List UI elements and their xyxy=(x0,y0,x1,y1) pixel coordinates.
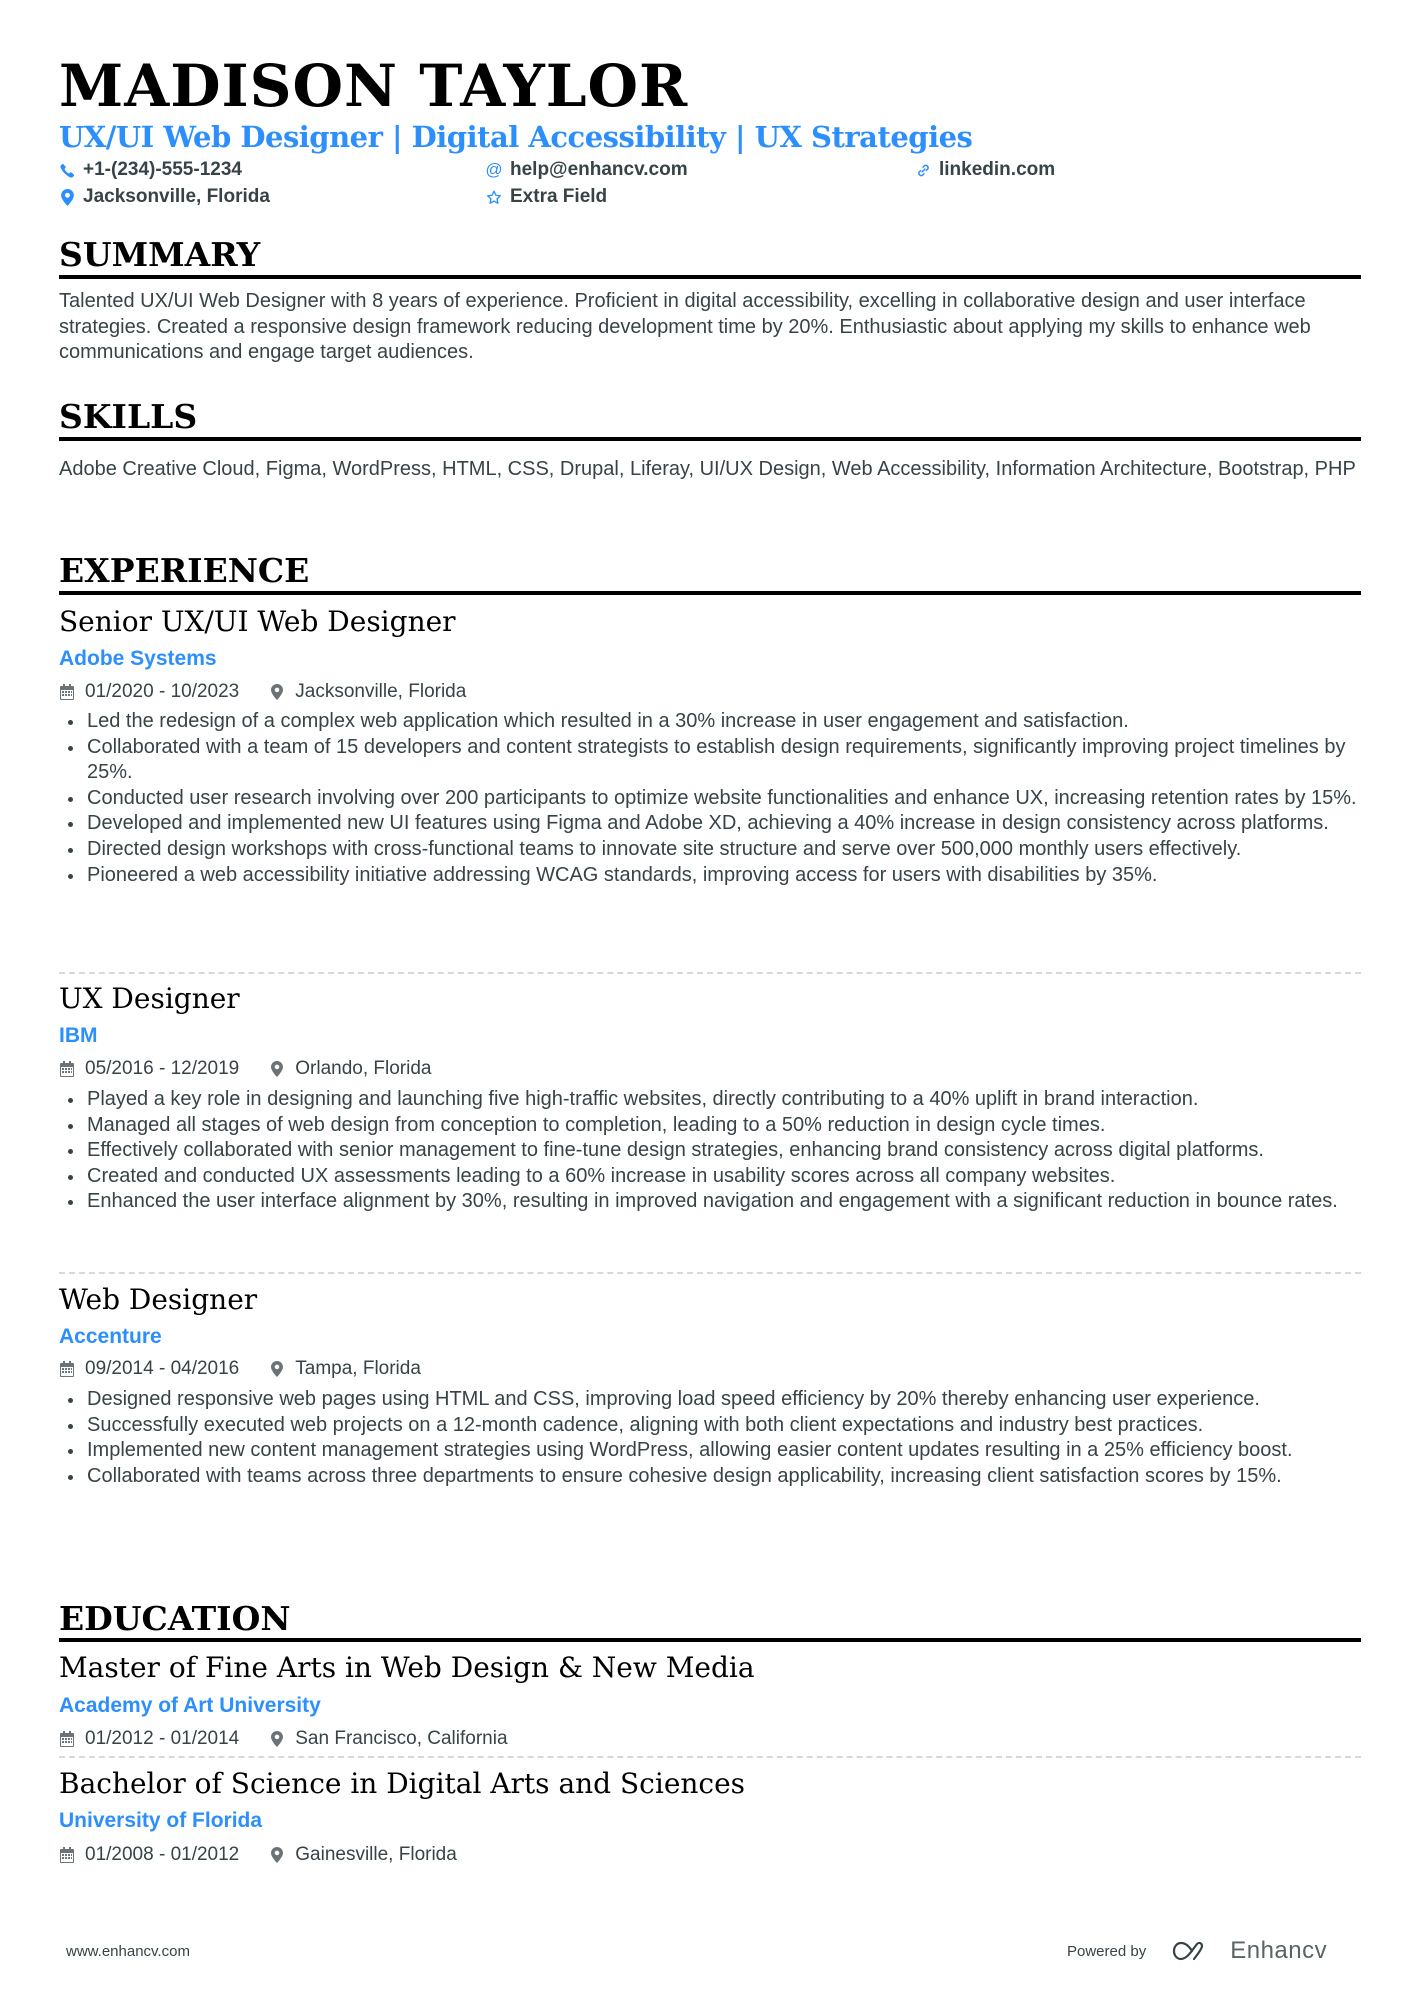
job-bullet: Conducted user research involving over 2… xyxy=(59,786,1361,812)
phone-icon xyxy=(59,161,75,179)
job-company: Adobe Systems xyxy=(59,647,217,670)
education-location: Gainesville, Florida xyxy=(295,1844,457,1865)
calendar-icon xyxy=(59,683,75,701)
calendar-icon xyxy=(59,1846,75,1864)
job-location: Orlando, Florida xyxy=(295,1058,432,1079)
job-bullet: Developed and implemented new UI feature… xyxy=(59,811,1361,837)
job-meta: 09/2014 - 04/2016 Tampa, Florida xyxy=(59,1357,421,1381)
education-school: Academy of Art University xyxy=(59,1694,321,1717)
job-company: Accenture xyxy=(59,1325,162,1348)
contact-location: Jacksonville, Florida xyxy=(59,185,270,209)
education-degree: Bachelor of Science in Digital Arts and … xyxy=(59,1767,746,1800)
job-title: UX Designer xyxy=(59,982,240,1015)
job-bullet: Implemented new content management strat… xyxy=(59,1438,1361,1464)
contact-email[interactable]: @ help@enhancv.com xyxy=(485,158,688,182)
skills-text: Adobe Creative Cloud, Figma, WordPress, … xyxy=(59,458,1356,480)
job-bullets: Designed responsive web pages using HTML… xyxy=(59,1387,1361,1489)
job-bullet: Collaborated with teams across three dep… xyxy=(59,1464,1361,1490)
star-icon xyxy=(486,188,502,206)
job-meta: 05/2016 - 12/2019 Orlando, Florida xyxy=(59,1057,431,1081)
job-bullet: Enhanced the user interface alignment by… xyxy=(59,1189,1361,1215)
job-bullets: Played a key role in designing and launc… xyxy=(59,1087,1361,1215)
location-icon xyxy=(269,1846,285,1864)
location-icon xyxy=(59,188,75,206)
job-bullet: Played a key role in designing and launc… xyxy=(59,1087,1361,1113)
calendar-icon xyxy=(59,1360,75,1378)
experience-heading: EXPERIENCE xyxy=(59,551,310,590)
skills-heading: SKILLS xyxy=(59,397,198,436)
job-bullet: Created and conducted UX assessments lea… xyxy=(59,1164,1361,1190)
contact-extra: Extra Field xyxy=(486,185,607,209)
job-meta: 01/2020 - 10/2023 Jacksonville, Florida xyxy=(59,680,466,704)
contact-location-value: Jacksonville, Florida xyxy=(83,186,270,207)
job-dates: 05/2016 - 12/2019 xyxy=(85,1058,240,1079)
link-icon xyxy=(915,161,931,179)
calendar-icon xyxy=(59,1060,75,1078)
calendar-icon xyxy=(59,1730,75,1748)
education-degree: Master of Fine Arts in Web Design & New … xyxy=(59,1651,755,1684)
job-location: Tampa, Florida xyxy=(295,1358,421,1379)
at-icon: @ xyxy=(485,160,503,179)
education-dates: 01/2008 - 01/2012 xyxy=(85,1844,240,1865)
enhancv-brand-name: Enhancv xyxy=(1230,1937,1328,1964)
enhancv-logo[interactable]: Enhancv xyxy=(1172,1937,1327,1965)
powered-by-label: Powered by xyxy=(1067,1942,1147,1960)
education-school: University of Florida xyxy=(59,1809,263,1832)
job-dates: 09/2014 - 04/2016 xyxy=(85,1358,240,1379)
education-meta: 01/2012 - 01/2014 San Francisco, Califor… xyxy=(59,1727,508,1751)
contact-email-value: help@enhancv.com xyxy=(510,159,688,180)
contact-phone[interactable]: +1-(234)-555-1234 xyxy=(59,158,242,182)
skills-divider xyxy=(59,437,1361,441)
job-title: Web Designer xyxy=(59,1283,258,1316)
candidate-name: MADISON TAYLOR xyxy=(59,52,689,120)
experience-divider xyxy=(59,591,1361,595)
job-bullet: Managed all stages of web design from co… xyxy=(59,1113,1361,1139)
education-dates: 01/2012 - 01/2014 xyxy=(85,1728,240,1749)
summary-text: Talented UX/UI Web Designer with 8 years… xyxy=(59,290,1311,364)
job-bullet: Designed responsive web pages using HTML… xyxy=(59,1387,1361,1413)
job-bullet: Pioneered a web accessibility initiative… xyxy=(59,863,1361,889)
contact-linkedin[interactable]: linkedin.com xyxy=(915,158,1055,182)
location-icon xyxy=(269,1730,285,1748)
job-bullet: Directed design workshops with cross-fun… xyxy=(59,837,1361,863)
education-separator xyxy=(59,1756,1361,1758)
summary-heading: SUMMARY xyxy=(59,235,261,274)
education-divider xyxy=(59,1638,1361,1642)
job-company: IBM xyxy=(59,1024,98,1047)
job-bullet: Collaborated with a team of 15 developer… xyxy=(59,735,1361,786)
footer-website-link[interactable]: www.enhancv.com xyxy=(66,1943,190,1960)
education-heading: EDUCATION xyxy=(59,1599,291,1638)
job-title: Senior UX/UI Web Designer xyxy=(59,605,456,638)
candidate-headline: UX/UI Web Designer | Digital Accessibili… xyxy=(59,120,973,154)
education-location: San Francisco, California xyxy=(295,1728,508,1749)
contact-extra-value: Extra Field xyxy=(510,186,608,207)
job-bullet: Successfully executed web projects on a … xyxy=(59,1413,1361,1439)
job-bullet: Effectively collaborated with senior man… xyxy=(59,1138,1361,1164)
enhancv-logo-icon xyxy=(1173,1941,1204,1961)
job-bullet: Led the redesign of a complex web applic… xyxy=(59,709,1361,735)
location-icon xyxy=(269,683,285,701)
location-icon xyxy=(269,1360,285,1378)
summary-divider xyxy=(59,275,1361,279)
job-location: Jacksonville, Florida xyxy=(295,681,467,702)
footer-branding[interactable]: Powered by Enhancv xyxy=(1067,1937,1327,1965)
contact-phone-value: +1-(234)-555-1234 xyxy=(83,159,242,180)
job-dates: 01/2020 - 10/2023 xyxy=(85,681,240,702)
contact-linkedin-value: linkedin.com xyxy=(939,159,1056,180)
job-separator xyxy=(59,1272,1361,1274)
job-bullets: Led the redesign of a complex web applic… xyxy=(59,709,1361,888)
education-meta: 01/2008 - 01/2012 Gainesville, Florida xyxy=(59,1843,457,1867)
location-icon xyxy=(269,1060,285,1078)
job-separator xyxy=(59,972,1361,974)
